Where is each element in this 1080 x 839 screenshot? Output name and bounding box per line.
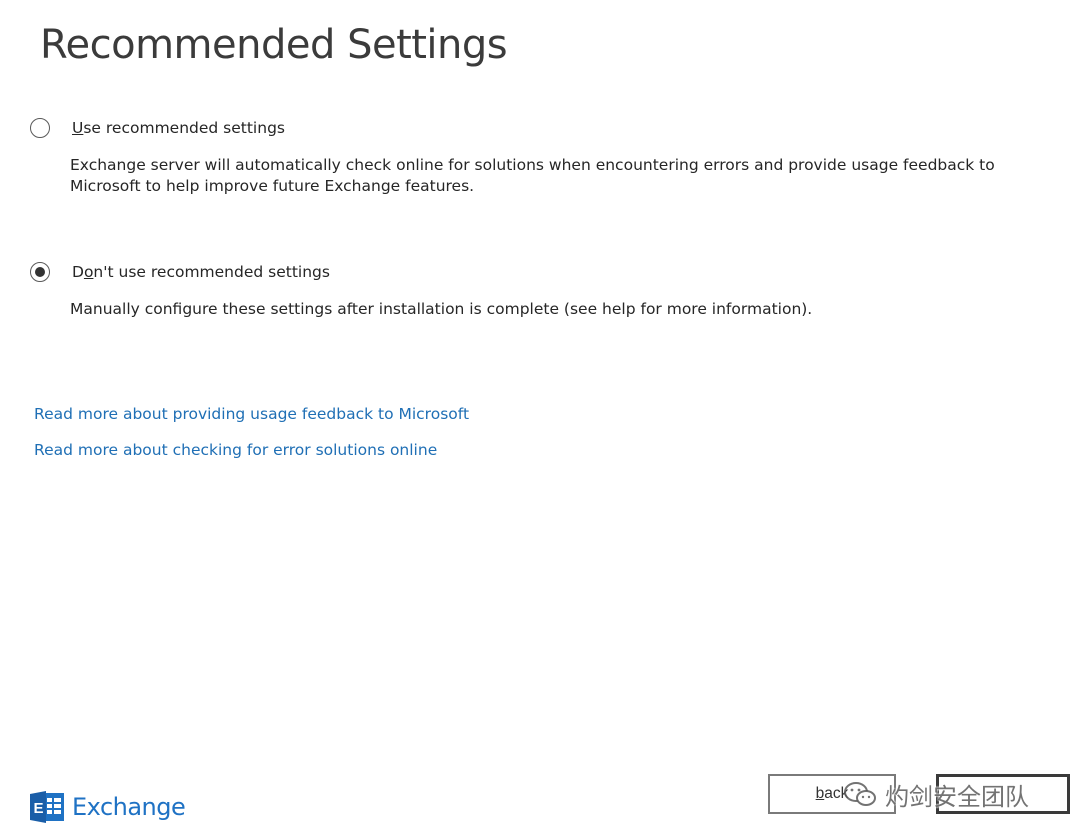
next-button[interactable] <box>936 774 1070 814</box>
back-label: ack <box>824 785 849 802</box>
radio-use-recommended[interactable] <box>30 118 50 138</box>
radio-dont-use-recommended[interactable] <box>30 262 50 282</box>
option-use-recommended: Use recommended settings Exchange server… <box>30 118 1068 197</box>
mnemonic-o: o <box>83 263 94 281</box>
option-dont-use-label-text: n't use recommended settings <box>93 263 330 281</box>
option-use-recommended-label[interactable]: Use recommended settings <box>72 119 285 137</box>
exchange-logo: E Exchange <box>30 790 186 824</box>
back-mnemonic: b <box>815 785 825 802</box>
option-dont-use-recommended: Don't use recommended settings Manually … <box>30 262 1068 320</box>
radio-selected-dot <box>35 267 45 277</box>
link-error-solutions[interactable]: Read more about checking for error solut… <box>34 441 437 459</box>
option-dont-use-recommended-description: Manually configure these settings after … <box>70 300 813 318</box>
link-usage-feedback[interactable]: Read more about providing usage feedback… <box>34 405 469 423</box>
page-title: Recommended Settings <box>40 22 508 68</box>
logo-text: Exchange <box>72 793 186 821</box>
option-dont-use-label-prefix: D <box>72 263 84 281</box>
option-dont-use-recommended-label[interactable]: Don't use recommended settings <box>72 263 330 281</box>
setup-page: Recommended Settings Use recommended set… <box>0 0 1080 839</box>
option-use-recommended-description: Exchange server will automatically check… <box>70 156 995 195</box>
svg-text:E: E <box>34 800 44 817</box>
mnemonic-u: U <box>72 119 84 137</box>
exchange-logo-icon: E <box>30 791 64 823</box>
option-use-recommended-label-text: se recommended settings <box>83 119 285 137</box>
back-button[interactable]: b ack <box>768 774 896 814</box>
